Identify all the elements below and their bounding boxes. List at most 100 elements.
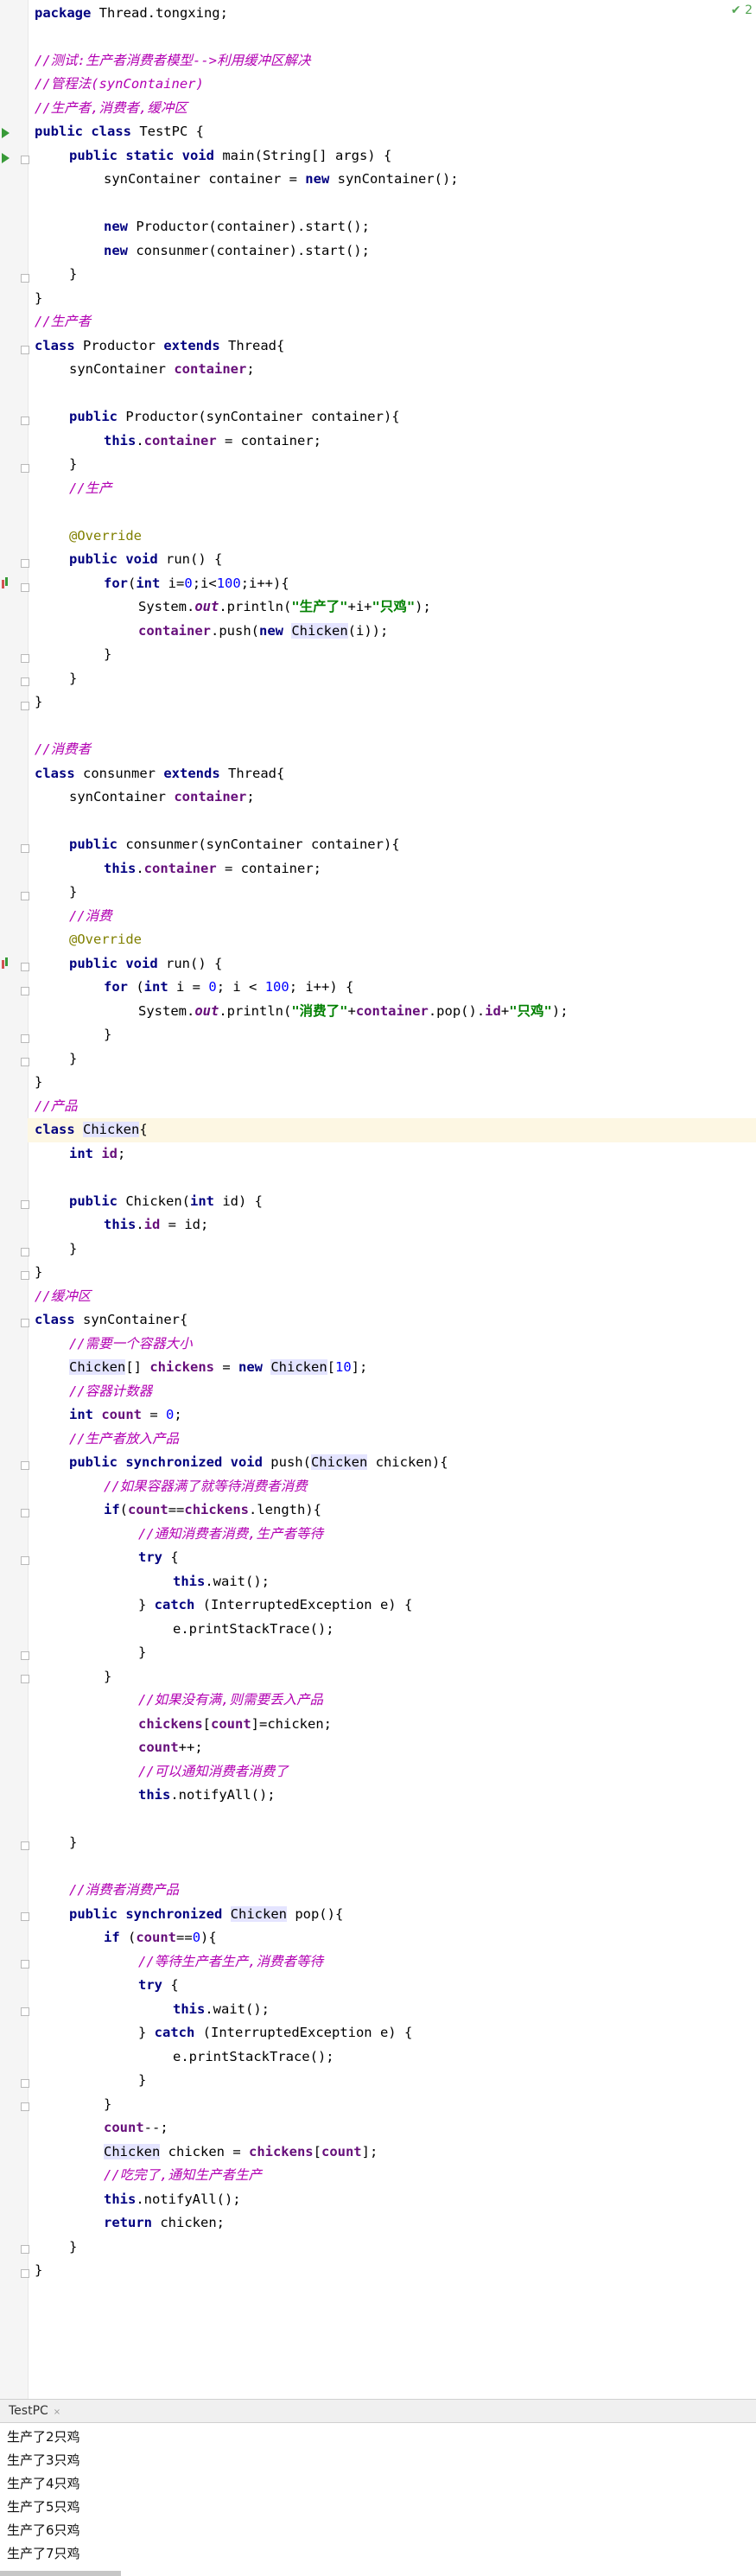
- run-class-icon[interactable]: [2, 128, 10, 138]
- fold-marker[interactable]: [21, 2007, 29, 2016]
- fold-marker[interactable]: [21, 156, 29, 164]
- code-comment[interactable]: //等待生产者生产,消费者等待: [138, 1950, 323, 1975]
- fold-marker[interactable]: [21, 1248, 29, 1256]
- override-icon[interactable]: [2, 957, 9, 970]
- code-line[interactable]: int id;: [69, 1142, 125, 1167]
- code-line[interactable]: }: [69, 1237, 77, 1262]
- fold-marker[interactable]: [21, 963, 29, 971]
- fold-marker[interactable]: [21, 1271, 29, 1280]
- code-comment[interactable]: //可以通知消费者消费了: [138, 1760, 289, 1784]
- code-line[interactable]: public Chicken(int id) {: [69, 1190, 263, 1214]
- code-line[interactable]: try {: [138, 1546, 179, 1570]
- code-line[interactable]: public synchronized Chicken pop(){: [69, 1903, 343, 1927]
- fold-marker[interactable]: [21, 1200, 29, 1209]
- code-line[interactable]: count++;: [138, 1736, 203, 1760]
- fold-marker[interactable]: [21, 346, 29, 354]
- code-line[interactable]: class synContainer{: [35, 1308, 187, 1333]
- fold-marker[interactable]: [21, 559, 29, 568]
- code-line[interactable]: System.out.println("生产了"+i+"只鸡");: [138, 595, 431, 620]
- code-line[interactable]: }: [35, 1071, 42, 1095]
- code-line[interactable]: this.notifyAll();: [138, 1784, 276, 1808]
- code-line[interactable]: try {: [138, 1974, 179, 1998]
- code-comment[interactable]: //管程法(synContainer): [35, 73, 204, 97]
- code-line[interactable]: public class TestPC {: [35, 120, 204, 144]
- code-comment[interactable]: //吃完了,通知生产者生产: [104, 2164, 262, 2188]
- code-line[interactable]: }: [69, 453, 77, 477]
- fold-marker[interactable]: [21, 1319, 29, 1327]
- code-line[interactable]: count--;: [104, 2116, 168, 2140]
- code-line[interactable]: synContainer container = new synContaine…: [104, 168, 459, 192]
- code-line[interactable]: }: [69, 2236, 77, 2260]
- code-line[interactable]: e.printStackTrace();: [173, 2045, 334, 2070]
- code-line[interactable]: container.push(new Chicken(i));: [138, 620, 388, 644]
- code-line[interactable]: synContainer container;: [69, 358, 255, 382]
- code-comment[interactable]: //生产者放入产品: [69, 1428, 179, 1452]
- editor-gutter[interactable]: [0, 0, 29, 2399]
- close-icon[interactable]: ×: [54, 2407, 60, 2417]
- code-line[interactable]: public consunmer(synContainer container)…: [69, 833, 400, 857]
- override-icon[interactable]: [2, 577, 9, 589]
- fold-marker[interactable]: [21, 464, 29, 473]
- code-line[interactable]: e.printStackTrace();: [173, 1618, 334, 1642]
- fold-marker[interactable]: [21, 1034, 29, 1043]
- code-line[interactable]: int count = 0;: [69, 1403, 182, 1428]
- run-main-icon[interactable]: [2, 153, 10, 163]
- current-line[interactable]: class Chicken{: [28, 1118, 756, 1142]
- run-console[interactable]: TestPC × 生产了2只鸡 生产了3只鸡 生产了4只鸡 生产了5只鸡 生产了6…: [0, 2399, 756, 2576]
- inspection-widget[interactable]: ✔ 2: [731, 3, 753, 17]
- code-line[interactable]: System.out.println("消费了"+container.pop()…: [138, 1000, 569, 1024]
- code-line[interactable]: for(int i=0;i<100;i++){: [104, 572, 289, 596]
- code-line[interactable]: }: [35, 690, 42, 715]
- fold-marker[interactable]: [21, 1461, 29, 1470]
- code-line[interactable]: Chicken[] chickens = new Chicken[10];: [69, 1356, 367, 1380]
- code-line[interactable]: return chicken;: [104, 2211, 225, 2236]
- fold-marker[interactable]: [21, 1960, 29, 1969]
- code-comment[interactable]: //如果容器满了就等待消费者消费: [104, 1475, 308, 1499]
- fold-marker[interactable]: [21, 2079, 29, 2088]
- code-line[interactable]: }: [138, 1641, 146, 1665]
- code-line[interactable]: } catch (InterruptedException e) {: [138, 2021, 412, 2045]
- code-line[interactable]: this.wait();: [173, 1998, 270, 2022]
- code-line[interactable]: }: [69, 1047, 77, 1072]
- code-line[interactable]: } catch (InterruptedException e) {: [138, 1593, 412, 1618]
- fold-marker[interactable]: [21, 1675, 29, 1683]
- code-line[interactable]: }: [69, 881, 77, 905]
- fold-marker[interactable]: [21, 2269, 29, 2278]
- tab-testpc[interactable]: TestPC ×: [3, 2402, 66, 2420]
- code-line[interactable]: package Thread.tongxing;: [35, 2, 228, 26]
- code-line[interactable]: }: [69, 263, 77, 287]
- code-line[interactable]: public void run() {: [69, 952, 222, 976]
- fold-marker[interactable]: [21, 583, 29, 592]
- fold-marker[interactable]: [21, 702, 29, 710]
- code-line[interactable]: class Productor extends Thread{: [35, 334, 284, 359]
- code-line[interactable]: this.id = id;: [104, 1213, 208, 1237]
- code-line[interactable]: this.wait();: [173, 1570, 270, 1594]
- code-line[interactable]: public synchronized void push(Chicken ch…: [69, 1451, 448, 1475]
- fold-marker[interactable]: [21, 1556, 29, 1565]
- code-line[interactable]: }: [35, 287, 42, 311]
- code-comment[interactable]: //通知消费者消费,生产者等待: [138, 1523, 323, 1547]
- code-line[interactable]: if (count==0){: [104, 1926, 217, 1950]
- code-comment[interactable]: //生产者,消费者,缓冲区: [35, 97, 187, 121]
- code-comment[interactable]: //容器计数器: [69, 1380, 152, 1404]
- code-line[interactable]: class consunmer extends Thread{: [35, 762, 284, 786]
- code-line[interactable]: }: [104, 1665, 111, 1689]
- code-editor[interactable]: ✔ 2 package Thread.tongxing; //测试:生产者消费者…: [0, 0, 756, 2399]
- code-line[interactable]: this.notifyAll();: [104, 2188, 241, 2212]
- code-comment[interactable]: //测试:生产者消费者模型-->利用缓冲区解决: [35, 49, 311, 73]
- fold-marker[interactable]: [21, 1058, 29, 1066]
- fold-marker[interactable]: [21, 1841, 29, 1850]
- code-line[interactable]: new consunmer(container).start();: [104, 239, 370, 264]
- fold-marker[interactable]: [21, 654, 29, 663]
- code-line[interactable]: }: [69, 667, 77, 691]
- code-comment[interactable]: //缓冲区: [35, 1285, 91, 1309]
- fold-marker[interactable]: [21, 2245, 29, 2254]
- code-comment[interactable]: //生产者: [35, 310, 91, 334]
- code-line[interactable]: Chicken chicken = chickens[count];: [104, 2140, 378, 2165]
- code-line[interactable]: }: [35, 1261, 42, 1285]
- code-comment[interactable]: //消费者: [35, 738, 91, 762]
- fold-marker[interactable]: [21, 274, 29, 283]
- code-line[interactable]: }: [104, 643, 111, 667]
- code-line[interactable]: chickens[count]=chicken;: [138, 1713, 332, 1737]
- code-line[interactable]: if(count==chickens.length){: [104, 1498, 321, 1523]
